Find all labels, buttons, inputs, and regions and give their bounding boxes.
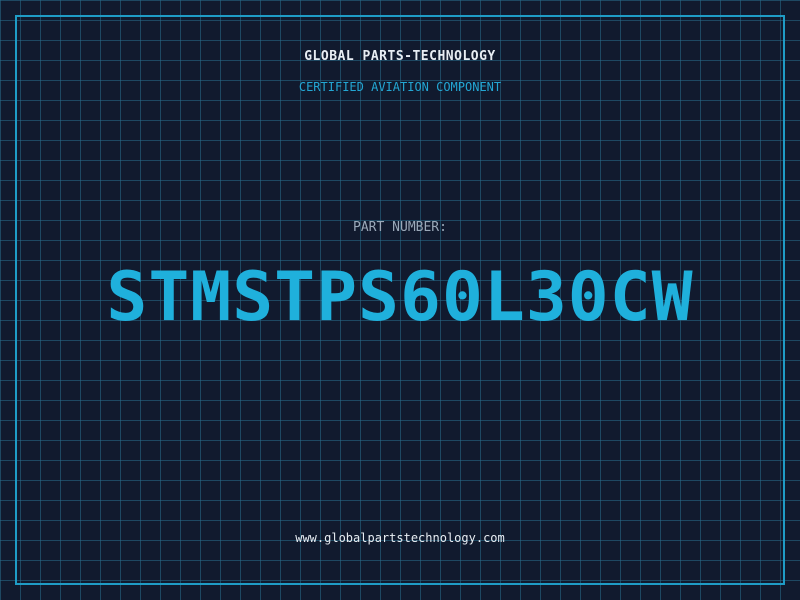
brand-name: GLOBAL PARTS-TECHNOLOGY <box>304 49 496 64</box>
website-url: www.globalpartstechnology.com <box>295 531 505 545</box>
part-number-value: STMSTPS60L30CW <box>106 258 694 337</box>
brand-tagline: CERTIFIED AVIATION COMPONENT <box>298 80 502 94</box>
part-label-card: GLOBAL PARTS-TECHNOLOGY CERTIFIED AVIATI… <box>0 0 800 600</box>
part-number-label: PART NUMBER: <box>353 220 447 235</box>
